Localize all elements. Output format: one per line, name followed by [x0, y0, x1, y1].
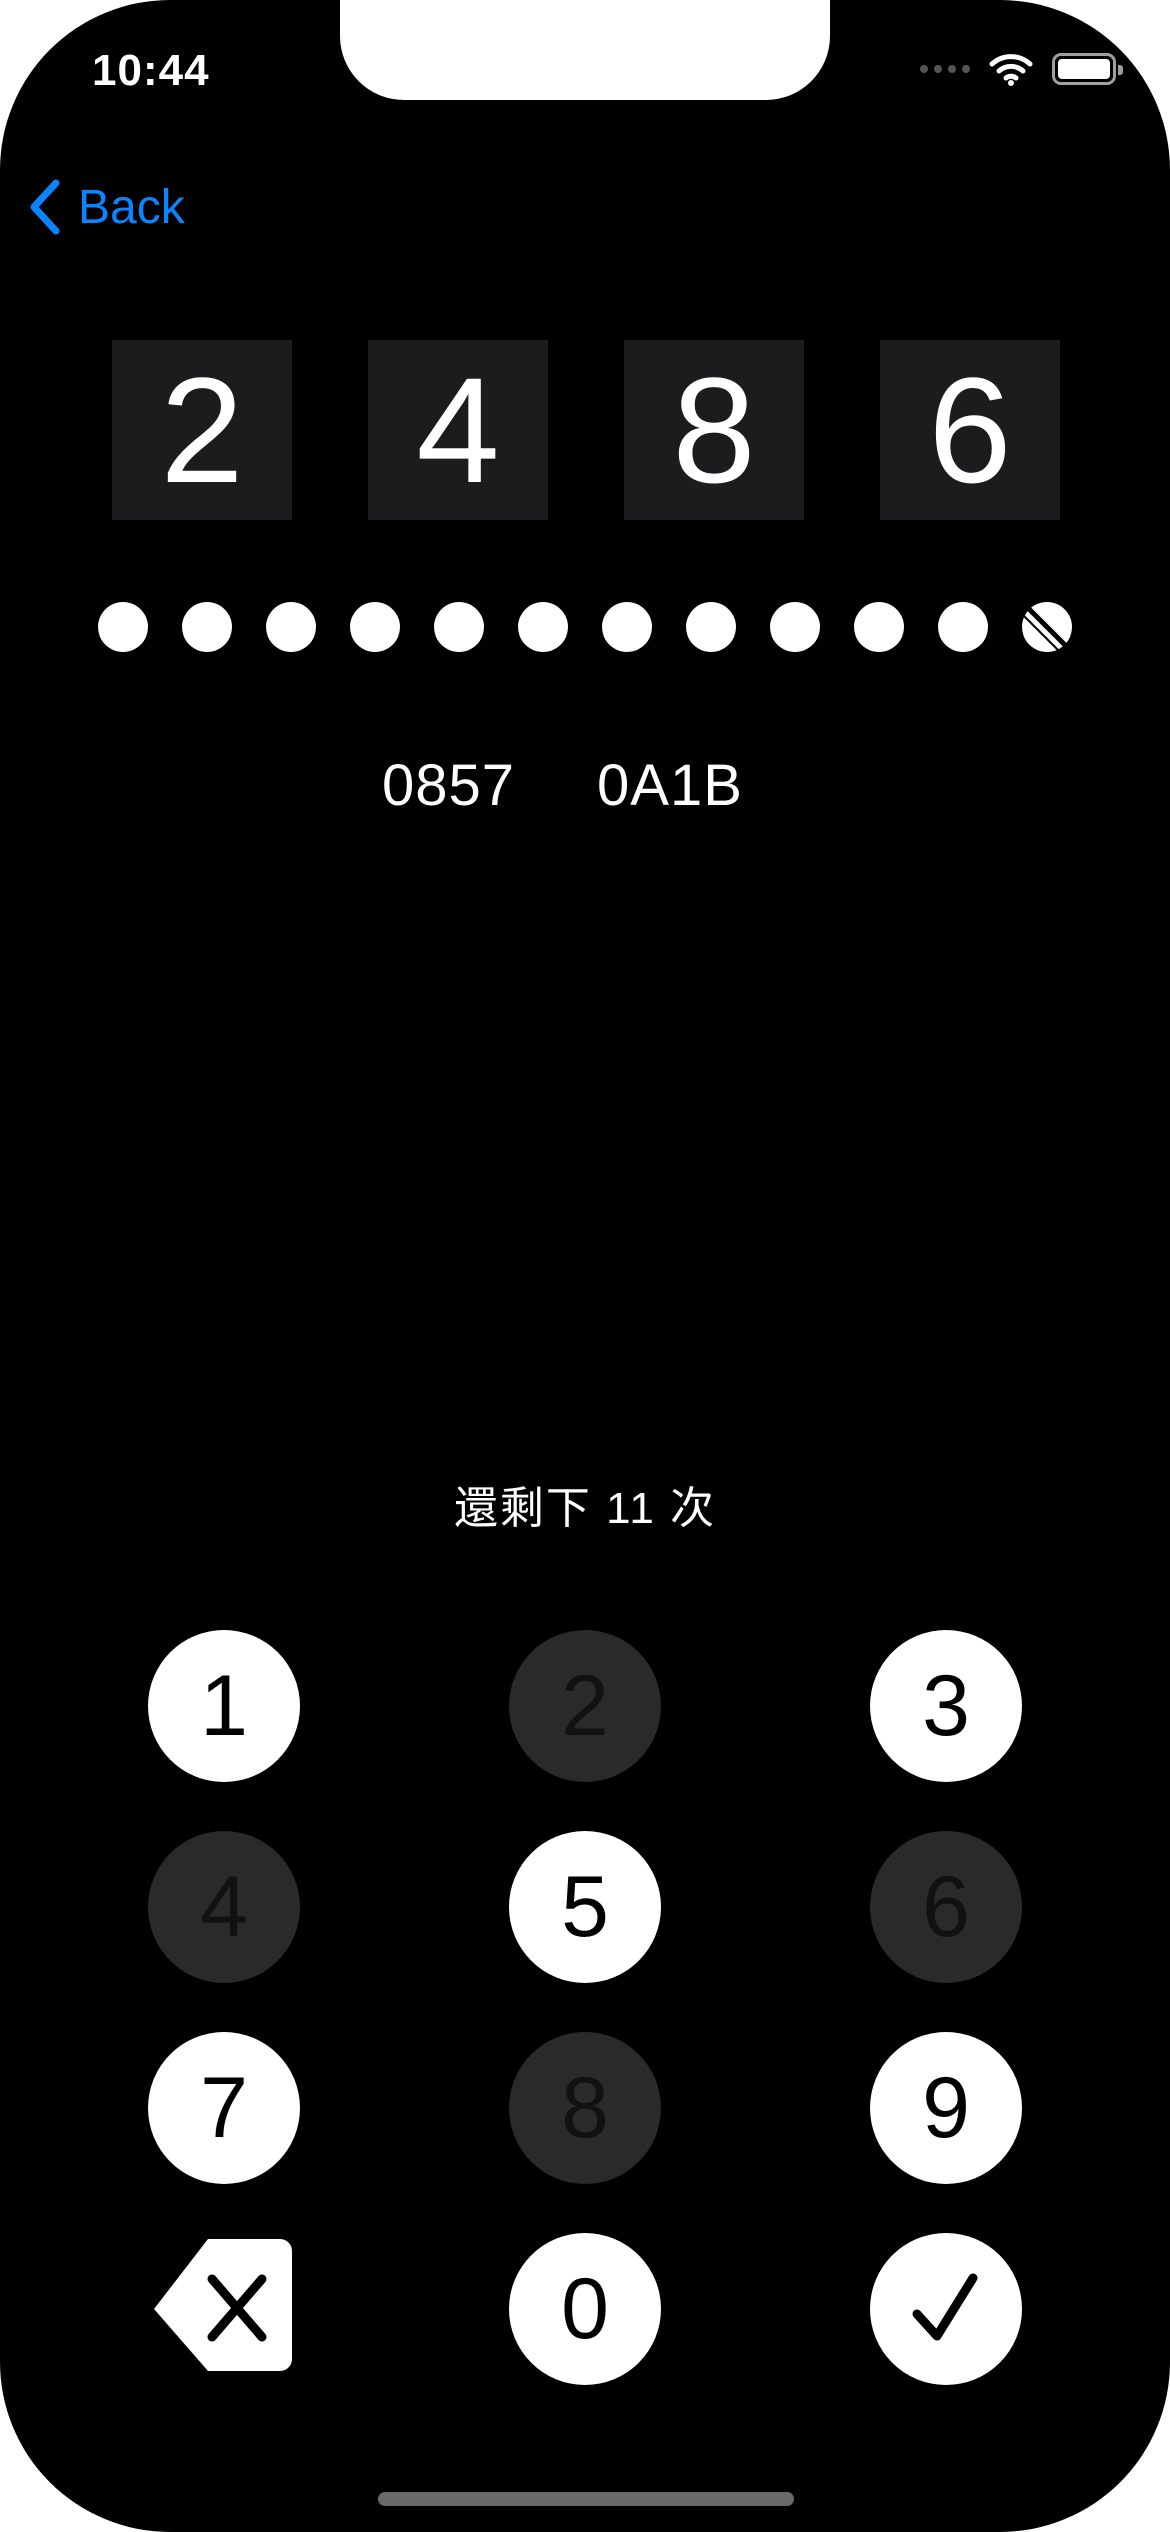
attempt-dot-remaining — [518, 602, 568, 652]
attempt-dot-remaining — [98, 602, 148, 652]
guess-result: 0A1B — [597, 753, 743, 818]
attempt-dot-remaining — [770, 602, 820, 652]
battery-icon — [1052, 53, 1123, 85]
key-0[interactable]: 0 — [509, 2233, 661, 2385]
delete-backspace-icon — [154, 2239, 292, 2371]
hint-row: 0857 0A1B — [382, 752, 743, 819]
attempt-indicator — [98, 602, 1072, 652]
chevron-left-icon — [30, 179, 60, 235]
attempt-dot-remaining — [938, 602, 988, 652]
status-time: 10:44 — [92, 46, 210, 95]
back-button[interactable]: Back — [24, 172, 185, 242]
key-3[interactable]: 3 — [870, 1630, 1022, 1782]
remaining-attempts-text: 還剩下 11 次 — [453, 1484, 717, 1533]
attempt-dot-remaining — [182, 602, 232, 652]
phone-screen: 10:44 Back 2 4 8 6 0857 0A1B 還剩下 11 次 1 … — [0, 0, 1170, 2532]
number-keypad: 1 2 3 4 5 6 7 8 9 0 — [148, 1630, 1022, 2385]
checkmark-icon — [912, 2273, 978, 2341]
key-9[interactable]: 9 — [870, 2032, 1022, 2184]
attempt-dot-remaining — [854, 602, 904, 652]
status-icons — [920, 52, 1123, 86]
attempt-dot-remaining — [686, 602, 736, 652]
attempt-dot-remaining — [602, 602, 652, 652]
guess-digit-2: 4 — [368, 340, 548, 520]
attempt-dot-remaining — [266, 602, 316, 652]
guess-digit-4: 6 — [880, 340, 1060, 520]
delete-button[interactable] — [148, 2233, 300, 2385]
key-5[interactable]: 5 — [509, 1831, 661, 1983]
key-7[interactable]: 7 — [148, 2032, 300, 2184]
guess-digit-1: 2 — [112, 340, 292, 520]
wifi-icon — [989, 54, 1033, 86]
key-8: 8 — [509, 2032, 661, 2184]
home-indicator — [378, 2492, 794, 2506]
key-6: 6 — [870, 1831, 1022, 1983]
attempt-dot-remaining — [434, 602, 484, 652]
key-4: 4 — [148, 1831, 300, 1983]
key-1[interactable]: 1 — [148, 1630, 300, 1782]
signal-dots-icon — [920, 65, 970, 73]
confirm-button[interactable] — [870, 2233, 1022, 2385]
guess-digit-row: 2 4 8 6 — [112, 340, 1060, 520]
guess-digit-3: 8 — [624, 340, 804, 520]
notch — [340, 0, 830, 100]
previous-guess: 0857 — [382, 753, 516, 818]
attempt-dot-used-icon — [1022, 602, 1072, 652]
key-2: 2 — [509, 1630, 661, 1782]
attempt-dot-remaining — [350, 602, 400, 652]
back-label: Back — [78, 180, 185, 234]
